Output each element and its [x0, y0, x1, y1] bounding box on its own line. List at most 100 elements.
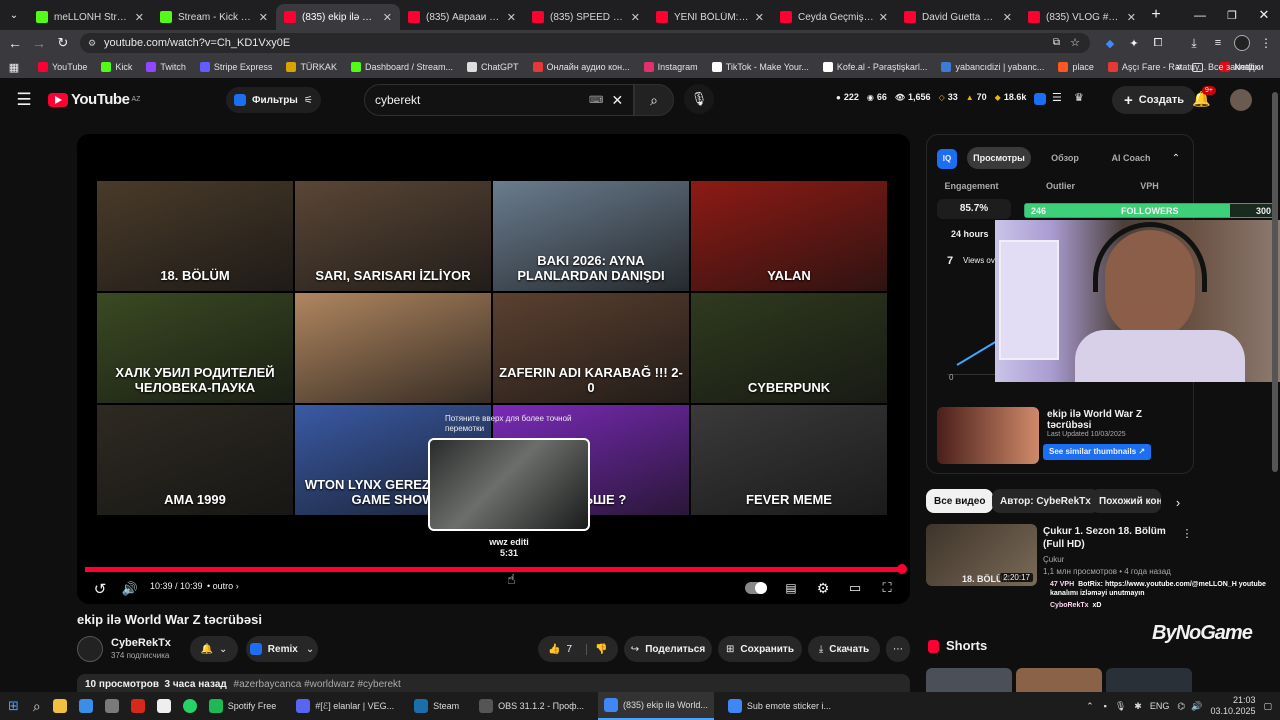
tab-close-icon[interactable]: ✕ [755, 11, 764, 24]
related-channel[interactable]: Çukur [1043, 555, 1064, 564]
chips-next-icon[interactable]: › [1170, 494, 1186, 510]
replay-icon[interactable]: ↺ [89, 578, 111, 600]
media-control-icon[interactable]: ≡ [1210, 35, 1226, 51]
settings-gear-icon[interactable]: ⚙ [813, 578, 833, 598]
browser-tab[interactable]: Ceyda Geçmişim İle Y ✕ [772, 4, 896, 30]
bookmark-item[interactable]: ChatGPT [467, 62, 519, 72]
taskbar-copilot[interactable] [73, 692, 99, 720]
browser-tab[interactable]: (835) ekip ilə World W ✕ [276, 4, 400, 30]
browser-tab[interactable]: David Guetta & Show ✕ [896, 4, 1020, 30]
download-icon[interactable]: ⤓ [1186, 35, 1202, 51]
site-info-icon[interactable]: ⚙ [88, 33, 96, 53]
taskbar-explorer[interactable] [47, 692, 73, 720]
taskbar-window[interactable]: OBS 31.1.2 - Проф... [473, 692, 590, 720]
search-box[interactable]: ⌨ ✕ [364, 84, 634, 116]
tab-close-icon[interactable]: ✕ [383, 11, 392, 24]
related-title[interactable]: Çukur 1. Sezon 18. Bölüm (Full HD) [1043, 525, 1175, 551]
tab-close-icon[interactable]: ✕ [135, 11, 144, 24]
tray-overflow-icon[interactable]: ⌃ [1086, 701, 1094, 712]
browser-tab[interactable]: YENİ BÖLÜM: @lynxs ✕ [648, 4, 772, 30]
filter-chip[interactable]: Автор: CybeRekTx [992, 489, 1099, 513]
clock[interactable]: 21:03 03.10.2025 [1210, 695, 1255, 717]
vidiq-tab[interactable]: Обзор [1033, 147, 1097, 169]
taskbar-search[interactable]: ⌕ [27, 692, 47, 720]
browser-tab[interactable]: meLLONH Stream - V ✕ [28, 4, 152, 30]
keyboard-icon[interactable]: ⌨ [589, 95, 603, 106]
search-button[interactable]: ⌕ [634, 84, 674, 116]
profile-avatar[interactable] [1234, 35, 1250, 51]
network-icon[interactable]: ⌬ [1177, 701, 1185, 712]
bookmark-item[interactable]: TikTok - Make Your... [711, 62, 809, 72]
forward-icon[interactable]: → [30, 34, 48, 52]
bookmark-item[interactable]: Онлайн аудио кон... [532, 62, 630, 72]
related-menu-icon[interactable]: ⋮ [1180, 526, 1194, 540]
notification-bell-button[interactable]: 🔔 ⌄ [190, 636, 238, 662]
taskbar-window[interactable]: Spotify Free [203, 692, 283, 720]
start-button[interactable]: ⊞ [0, 692, 27, 720]
more-bookmarks-icon[interactable]: » [1172, 59, 1186, 75]
bookmark-item[interactable]: place [1058, 62, 1094, 72]
extension-vpn-icon[interactable]: ◆ [1102, 35, 1118, 51]
download-button[interactable]: ⤓ Скачать [808, 636, 880, 662]
filter-chip[interactable]: Все видео [926, 489, 994, 513]
fullscreen-icon[interactable]: ⛶ [877, 578, 897, 598]
recommended-thumbnail[interactable] [937, 407, 1039, 464]
create-button[interactable]: + Создать [1112, 86, 1197, 114]
scrollbar-thumb[interactable] [1272, 92, 1278, 472]
vidiq-header-icon[interactable] [1034, 93, 1046, 105]
share-button[interactable]: ↪ Поделиться [624, 636, 712, 662]
page-scrollbar[interactable] [1272, 86, 1278, 686]
new-tab-icon[interactable]: + [1144, 0, 1168, 30]
like-button[interactable]: 👍 7 [538, 644, 572, 655]
close-window-icon[interactable]: ✕ [1248, 7, 1280, 23]
taskbar-window[interactable]: (835) ekip ilə World... [598, 692, 714, 720]
volume-icon[interactable]: 🔊 [119, 578, 141, 600]
autoplay-toggle[interactable] [745, 582, 767, 594]
shorts-thumb-1[interactable] [926, 668, 1012, 692]
taskbar-window[interactable]: Sub emote sticker i... [722, 692, 837, 720]
progress-bar[interactable] [85, 564, 907, 574]
theater-mode-icon[interactable]: ▭ [845, 578, 865, 598]
hashtags[interactable]: #azerbaycanca #worldwarz #cyberekt [234, 679, 401, 690]
shorts-thumb-2[interactable] [1016, 668, 1102, 692]
dislike-button[interactable]: 👎 [586, 643, 607, 655]
tab-close-icon[interactable]: ✕ [879, 11, 888, 24]
taskbar-window[interactable]: #[ℰ] elanlar | VEG... [290, 692, 400, 720]
mic-tray-icon[interactable]: 🎙 [1115, 701, 1126, 712]
bookmark-item[interactable]: Kofe.al - Pəraştişkarl... [822, 62, 927, 72]
notifications-button[interactable]: 🔔 9+ [1192, 86, 1216, 110]
bookmark-item[interactable]: Dashboard / Stream... [350, 62, 453, 72]
chapter-label[interactable]: • outro › [207, 581, 239, 591]
vidiq-tab[interactable]: AI Coach [1099, 147, 1163, 169]
vidiq-trophy-icon[interactable]: ♛ [1074, 91, 1084, 104]
bookmark-item[interactable]: yabancıdizi | yabanc... [941, 62, 1044, 72]
bookmark-item[interactable]: TÜRKAK [286, 62, 337, 72]
related-thumbnail[interactable]: 18. BÖLÜM 2:20:17 [926, 524, 1037, 586]
tray-app-icon[interactable]: ▪ [1104, 701, 1107, 711]
subtitles-icon[interactable]: ▤ [781, 578, 801, 598]
tab-close-icon[interactable]: ✕ [1003, 11, 1012, 24]
similar-thumbnails-button[interactable]: See similar thumbnails ↗ [1043, 444, 1152, 460]
taskbar-media[interactable] [125, 692, 151, 720]
install-icon[interactable]: ⧉ [1053, 33, 1060, 53]
all-bookmarks-folder[interactable]: Все закладки [1192, 56, 1264, 78]
hamburger-menu-icon[interactable]: ☰ [14, 90, 34, 110]
vidiq-list-icon[interactable]: ☰ [1052, 91, 1062, 104]
filters-button[interactable]: Фильтры ⚟ [226, 87, 321, 113]
bookmark-star-icon[interactable]: ☆ [1070, 33, 1080, 53]
tab-close-icon[interactable]: ✕ [259, 11, 268, 24]
browser-tab[interactable]: (835) SPEED GOES PI ✕ [524, 4, 648, 30]
restore-icon[interactable]: ❐ [1216, 9, 1248, 22]
address-bar[interactable]: ⚙ youtube.com/watch?v=Ch_KD1Vxy0E ⧉ ☆ [80, 33, 1090, 53]
taskbar-whatsapp[interactable] [177, 692, 203, 720]
volume-tray-icon[interactable]: 🔊 [1191, 701, 1202, 712]
lang-indicator[interactable]: ENG [1150, 701, 1170, 711]
voice-search-button[interactable]: 🎙 [684, 84, 714, 114]
taskbar-store[interactable] [99, 692, 125, 720]
minimize-icon[interactable]: — [1184, 8, 1216, 22]
tab-close-icon[interactable]: ✕ [507, 11, 516, 24]
channel-name[interactable]: CybeRekTx [111, 637, 171, 649]
notification-center-icon[interactable]: ▢ [1263, 701, 1272, 712]
clear-search-icon[interactable]: ✕ [611, 92, 623, 109]
channel-avatar[interactable] [77, 636, 103, 662]
